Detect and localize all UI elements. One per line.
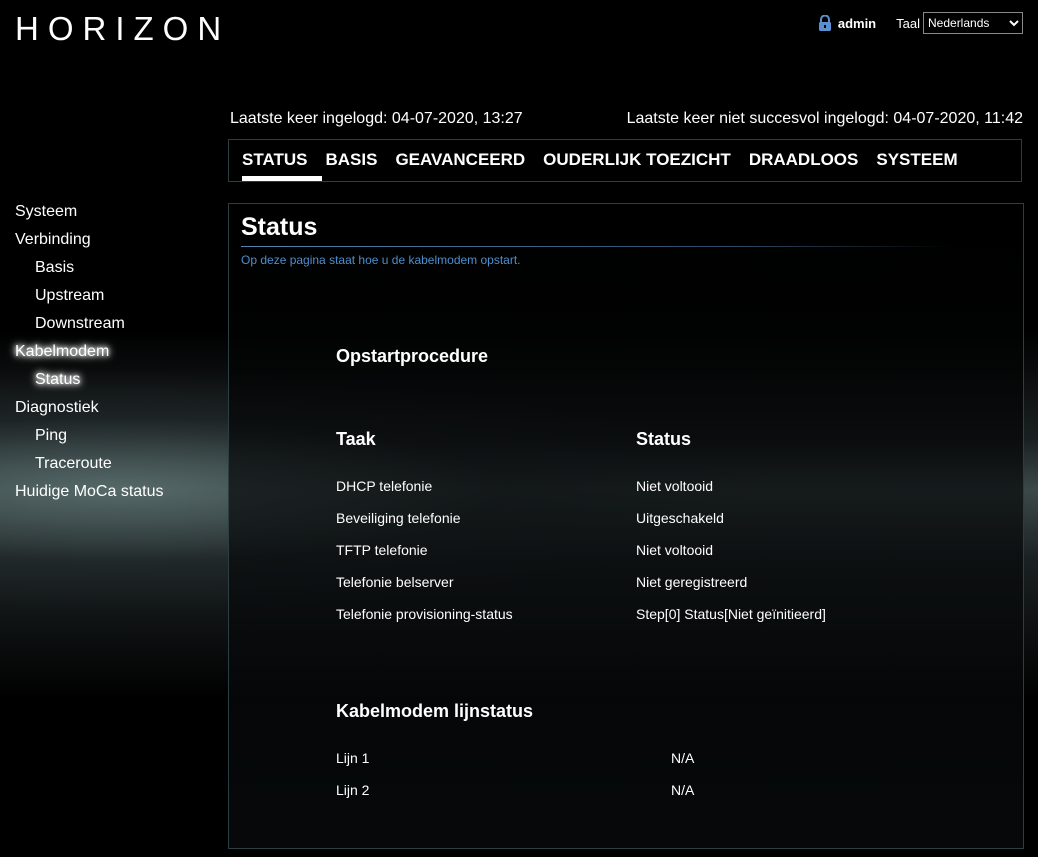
sidebar-item-upstream[interactable]: Upstream xyxy=(15,284,164,312)
sidebar-item-downstream[interactable]: Downstream xyxy=(15,312,164,340)
table-row-status: Uitgeschakeld xyxy=(636,510,724,526)
title-divider xyxy=(241,246,951,247)
page-title: Status xyxy=(241,213,318,241)
login-info: Laatste keer ingelogd: 04-07-2020, 13:27… xyxy=(230,110,1023,128)
content-panel: Status Op deze pagina staat hoe u de kab… xyxy=(228,203,1024,849)
table-row-task: Telefonie belserver xyxy=(336,574,454,590)
startup-section-title: Opstartprocedure xyxy=(336,346,489,366)
tab-ouderlijk-toezicht[interactable]: OUDERLIJK TOEZICHT xyxy=(534,140,740,181)
table-row-task: TFTP telefonie xyxy=(336,542,428,558)
table-row-status: Niet voltooid xyxy=(636,542,714,558)
language-select[interactable]: Nederlands xyxy=(923,12,1023,34)
sidebar-item-verbinding[interactable]: Verbinding xyxy=(15,228,164,256)
table-row-status: Step[0] Status[Niet geïnitieerd] xyxy=(636,606,826,622)
tab-basis[interactable]: BASIS xyxy=(316,140,386,181)
table-row-status: Niet voltooid xyxy=(636,478,714,494)
top-bar: admin Taal Nederlands xyxy=(818,12,1023,34)
username: admin xyxy=(837,15,877,31)
sidebar-item-kabelmodem[interactable]: Kabelmodem xyxy=(15,340,164,368)
sidebar-item-traceroute[interactable]: Traceroute xyxy=(15,452,164,480)
last-failed-login: Laatste keer niet succesvol ingelogd: 04… xyxy=(626,110,1023,127)
sidebar-item-basis[interactable]: Basis xyxy=(15,256,164,284)
line-status-section-title: Kabelmodem lijnstatus xyxy=(336,701,534,721)
main-nav: STATUS BASIS GEAVANCEERD OUDERLIJK TOEZI… xyxy=(228,139,1022,182)
table-row-status: Niet geregistreerd xyxy=(636,574,748,590)
sidebar: Systeem Verbinding Basis Upstream Downst… xyxy=(15,200,164,508)
page-description: Op deze pagina staat hoe u de kabelmodem… xyxy=(241,253,521,267)
table-row-task: Beveiliging telefonie xyxy=(336,510,461,526)
language-label: Taal xyxy=(896,15,920,31)
line-row-value: N/A xyxy=(671,750,695,766)
sidebar-item-moca-status[interactable]: Huidige MoCa status xyxy=(15,480,164,508)
sidebar-item-diagnostiek[interactable]: Diagnostiek xyxy=(15,396,164,424)
lock-icon xyxy=(818,15,831,31)
table-row-task: Telefonie provisioning-status xyxy=(336,606,513,622)
status-column-header: Status xyxy=(636,429,692,449)
last-login: Laatste keer ingelogd: 04-07-2020, 13:27 xyxy=(230,110,523,127)
tab-systeem[interactable]: SYSTEEM xyxy=(867,140,966,181)
tab-draadloos[interactable]: DRAADLOOS xyxy=(740,140,868,181)
line-row-value: N/A xyxy=(671,782,695,798)
tab-status[interactable]: STATUS xyxy=(233,140,324,181)
line-row-label: Lijn 1 xyxy=(336,750,370,766)
line-row-label: Lijn 2 xyxy=(336,782,370,798)
tab-geavanceerd[interactable]: GEAVANCEERD xyxy=(386,140,534,181)
task-column-header: Taak xyxy=(336,429,376,449)
sidebar-item-systeem[interactable]: Systeem xyxy=(15,200,164,228)
table-row-task: DHCP telefonie xyxy=(336,478,433,494)
sidebar-item-ping[interactable]: Ping xyxy=(15,424,164,452)
horizon-logo: HORIZON xyxy=(15,10,231,47)
sidebar-item-status[interactable]: Status xyxy=(15,368,164,396)
